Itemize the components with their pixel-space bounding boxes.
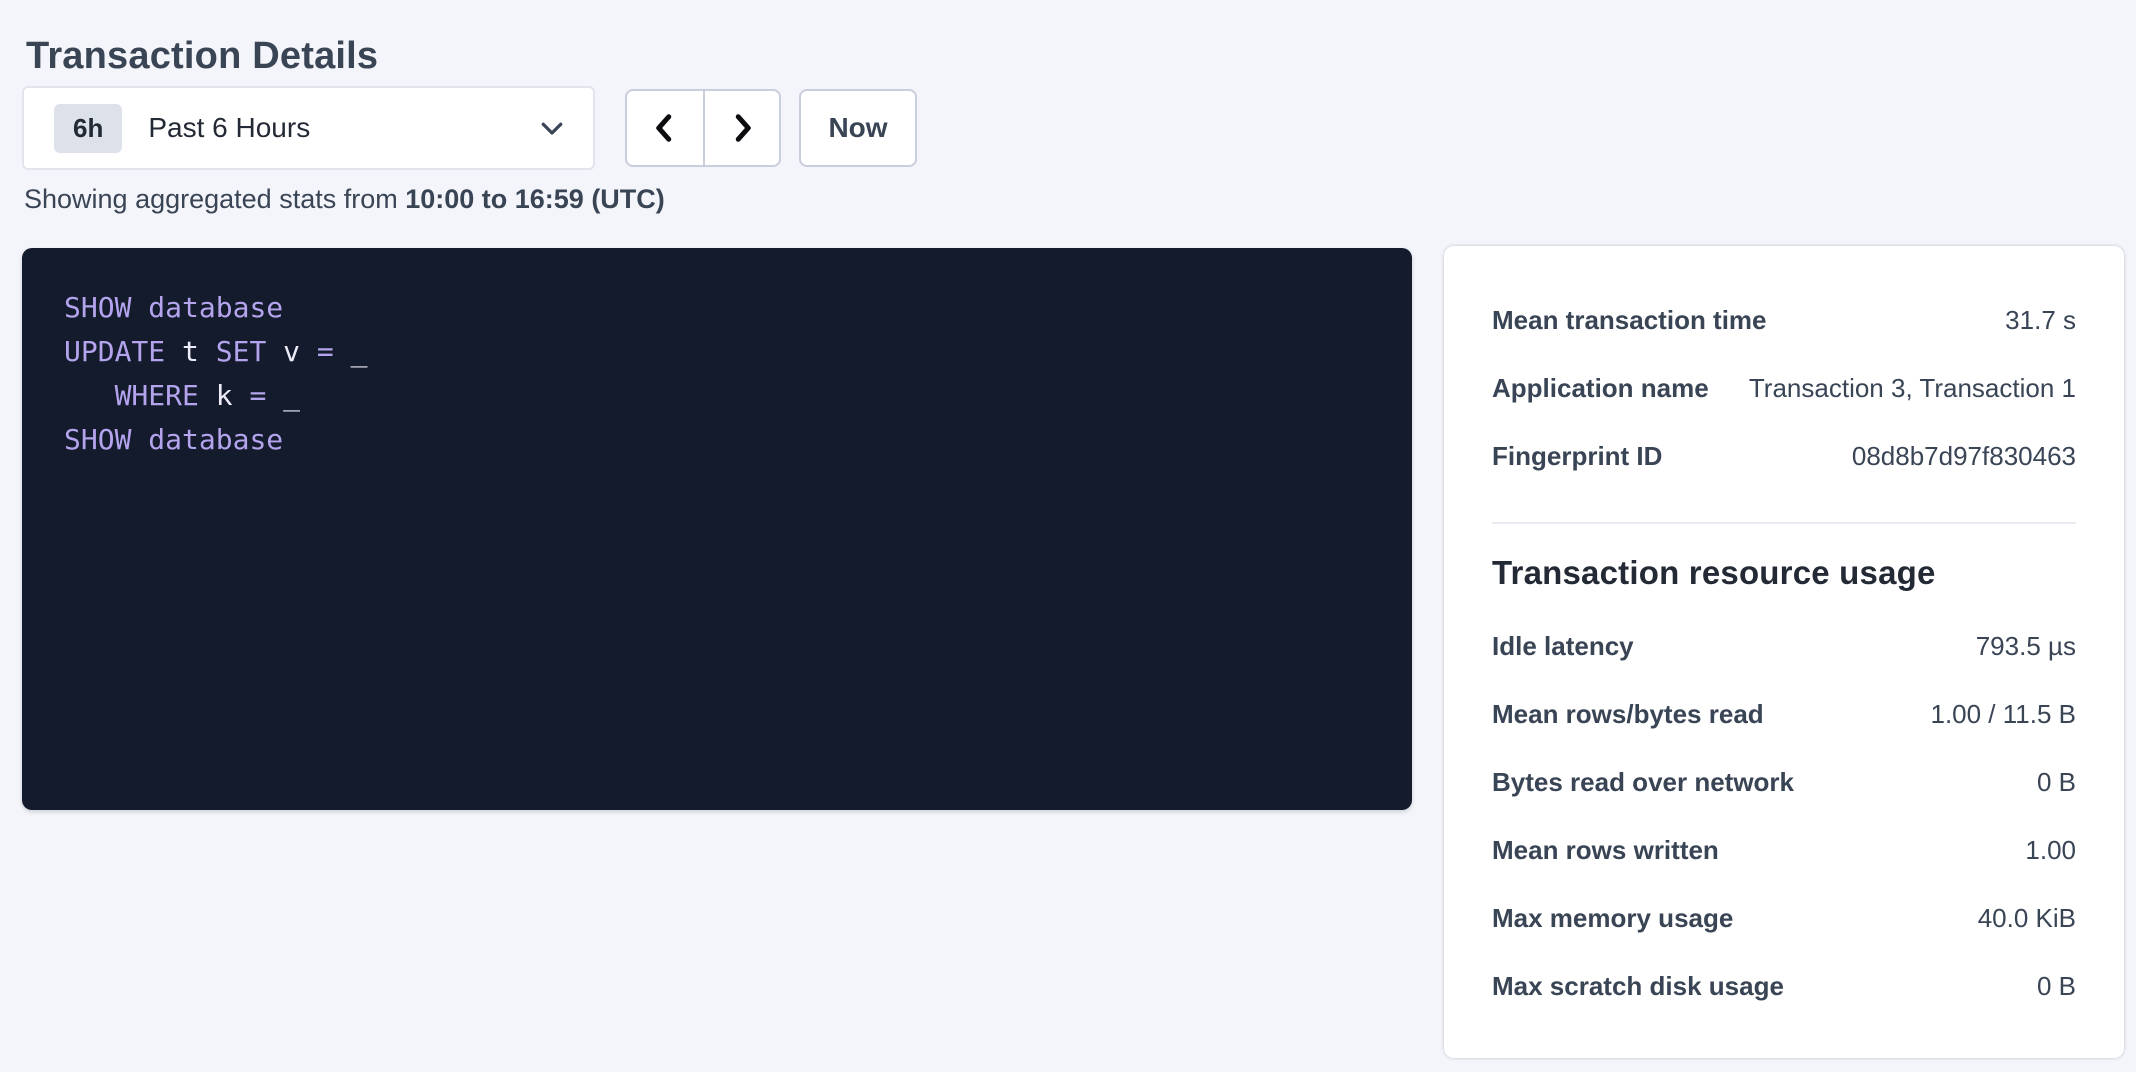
stat-label: Mean rows/bytes read xyxy=(1492,699,1764,730)
aggregated-stats-summary: Showing aggregated stats from 10:00 to 1… xyxy=(24,184,665,215)
overview-stats: Mean transaction time 31.7 s Application n… xyxy=(1492,286,2076,490)
sql-line: SHOW database xyxy=(64,418,1370,462)
stat-row: Idle latency 793.5 µs xyxy=(1492,612,2076,680)
resource-usage-heading: Transaction resource usage xyxy=(1492,550,2076,596)
stat-row: Max memory usage 40.0 KiB xyxy=(1492,884,2076,952)
time-range-label: Past 6 Hours xyxy=(148,112,537,144)
stat-value: 0 B xyxy=(2037,971,2076,1002)
chevron-down-icon xyxy=(537,113,567,143)
stat-label: Bytes read over network xyxy=(1492,767,1794,798)
sql-statement: SHOW databaseUPDATE t SET v = _ WHERE k … xyxy=(22,248,1412,810)
summary-range: 10:00 to 16:59 (UTC) xyxy=(405,184,665,214)
stat-label: Mean transaction time xyxy=(1492,305,1767,336)
stat-row: Fingerprint ID 08d8b7d97f830463 xyxy=(1492,422,2076,490)
stat-label: Application name xyxy=(1492,373,1709,404)
stat-value: 31.7 s xyxy=(2005,305,2076,336)
prev-time-window-button[interactable] xyxy=(627,91,703,165)
chevron-left-icon xyxy=(650,111,680,145)
stat-value: Transaction 3, Transaction 1 xyxy=(1749,373,2076,404)
transaction-details-card: Mean transaction time 31.7 s Application n… xyxy=(1444,246,2124,1058)
stat-label: Mean rows written xyxy=(1492,835,1719,866)
stat-row: Application name Transaction 3, Transacti… xyxy=(1492,354,2076,422)
next-time-window-button[interactable] xyxy=(703,91,779,165)
stat-value: 0 B xyxy=(2037,767,2076,798)
stat-value: 793.5 µs xyxy=(1976,631,2076,662)
chevron-right-icon xyxy=(727,111,757,145)
stat-label: Max scratch disk usage xyxy=(1492,971,1784,1002)
summary-prefix: Showing aggregated stats from xyxy=(24,184,405,214)
time-range-badge: 6h xyxy=(54,104,122,153)
stat-value: 1.00 xyxy=(2025,835,2076,866)
resource-usage-stats: Idle latency 793.5 µs Mean rows/bytes read… xyxy=(1492,612,2076,1020)
sql-line: WHERE k = _ xyxy=(64,374,1370,418)
stat-row: Mean rows/bytes read 1.00 / 11.5 B xyxy=(1492,680,2076,748)
stat-label: Idle latency xyxy=(1492,631,1634,662)
stat-label: Fingerprint ID xyxy=(1492,441,1662,472)
stat-row: Mean rows written 1.00 xyxy=(1492,816,2076,884)
stat-label: Max memory usage xyxy=(1492,903,1733,934)
sql-line: SHOW database xyxy=(64,286,1370,330)
stat-row: Mean transaction time 31.7 s xyxy=(1492,286,2076,354)
sql-line: UPDATE t SET v = _ xyxy=(64,330,1370,374)
stat-row: Bytes read over network 0 B xyxy=(1492,748,2076,816)
card-divider xyxy=(1492,522,2076,524)
stat-row: Max scratch disk usage 0 B xyxy=(1492,952,2076,1020)
page-title: Transaction Details xyxy=(26,35,378,78)
stat-value: 40.0 KiB xyxy=(1978,903,2076,934)
stat-value: 1.00 / 11.5 B xyxy=(1930,699,2076,730)
stat-value: 08d8b7d97f830463 xyxy=(1852,441,2076,472)
time-window-nav xyxy=(625,89,781,167)
time-range-select[interactable]: 6h Past 6 Hours xyxy=(22,86,595,170)
now-button[interactable]: Now xyxy=(799,89,917,167)
